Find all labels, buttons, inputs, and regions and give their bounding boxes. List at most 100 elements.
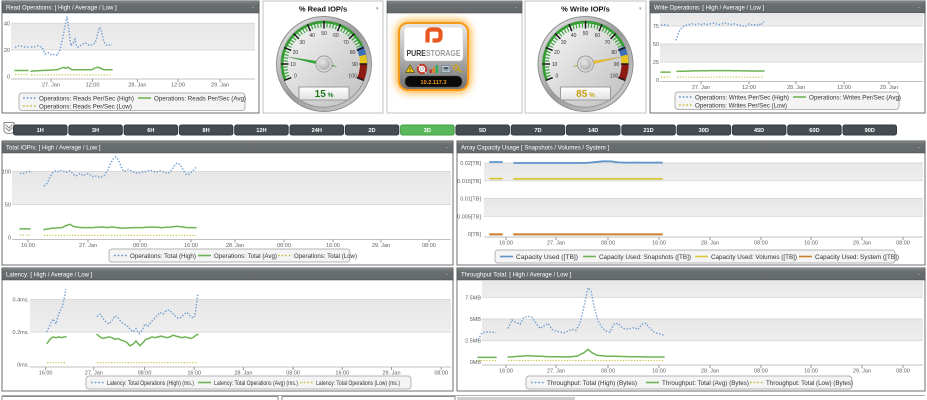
svg-text:30D: 30D [699, 128, 709, 134]
svg-text:0ms.: 0ms. [17, 363, 29, 369]
svg-text:27. Jan: 27. Jan [79, 243, 97, 249]
svg-text:3D: 3D [424, 128, 431, 134]
svg-text:20: 20 [554, 50, 560, 56]
svg-text:90: 90 [352, 62, 358, 68]
svg-text:Capacity Used ([TB]): Capacity Used ([TB]) [516, 255, 578, 261]
svg-text:27. Jan: 27. Jan [547, 241, 565, 247]
svg-text:0.015[TB]: 0.015[TB] [457, 179, 481, 185]
svg-text:21D: 21D [643, 128, 653, 134]
svg-text:28. Jan: 28. Jan [128, 83, 146, 89]
svg-text:100: 100 [348, 74, 357, 80]
svg-text:5D: 5D [479, 128, 486, 134]
svg-text:-: - [918, 145, 920, 151]
svg-text:10: 10 [552, 62, 558, 68]
svg-text:08:00: 08:00 [434, 371, 448, 377]
svg-text:0MB: 0MB [470, 360, 482, 366]
svg-text:28. Jan: 28. Jan [701, 369, 719, 375]
svg-text:30: 30 [299, 40, 305, 46]
svg-text:Operations: Reads Per/Sec (Hig: Operations: Reads Per/Sec (High) [39, 97, 134, 103]
svg-text:16:00: 16:00 [39, 371, 53, 377]
svg-text:20: 20 [293, 50, 299, 56]
svg-text:2D: 2D [368, 128, 375, 134]
svg-text:Throughput: Total (Avg) (Bytes: Throughput: Total (Avg) (Bytes) [662, 381, 749, 387]
svg-text:08:00: 08:00 [133, 243, 147, 249]
svg-text:27. Jan: 27. Jan [547, 369, 565, 375]
svg-text:Operations: Total (Low): Operations: Total (Low) [294, 254, 357, 260]
svg-text:28. Jan: 28. Jan [701, 241, 719, 247]
svg-text:12:00: 12:00 [171, 83, 185, 89]
svg-text:12H: 12H [256, 128, 266, 134]
svg-text:25: 25 [653, 60, 659, 66]
svg-text:3H: 3H [92, 128, 99, 134]
svg-text:08:00: 08:00 [422, 243, 436, 249]
svg-text:Array Capacity Usage [ Snapsho: Array Capacity Usage [ Snapshots / Volum… [461, 145, 609, 151]
svg-text:Operations: Total (Avg): Operations: Total (Avg) [214, 254, 277, 260]
svg-text:08:00: 08:00 [754, 369, 768, 375]
svg-text:29. Jan: 29. Jan [853, 241, 871, 247]
svg-text:08:00: 08:00 [754, 241, 768, 247]
svg-text:16:00: 16:00 [326, 243, 340, 249]
svg-text:0.01[TB]: 0.01[TB] [460, 197, 481, 203]
svg-text:7.5MB: 7.5MB [465, 295, 481, 301]
svg-text:% Read IOP/s: % Read IOP/s [299, 5, 347, 14]
svg-text:80: 80 [350, 50, 356, 56]
svg-text:10: 10 [290, 62, 296, 68]
svg-text:16:00: 16:00 [652, 369, 666, 375]
svg-text:0.2ms.: 0.2ms. [12, 330, 29, 336]
svg-text:8H: 8H [203, 128, 210, 134]
svg-text:PURESTORAGE: PURESTORAGE [407, 49, 461, 58]
svg-text:16:00: 16:00 [499, 369, 513, 375]
svg-text:50: 50 [583, 31, 589, 37]
svg-text:90: 90 [614, 62, 620, 68]
svg-text:Throughput Total: [ High / Ave: Throughput Total: [ High / Average / Low… [461, 272, 572, 278]
svg-text:Latency: Total Operations (Avg: Latency: Total Operations (Avg) (ms.) [214, 381, 298, 387]
svg-text:60: 60 [595, 33, 601, 39]
svg-text:90D: 90D [865, 128, 875, 134]
svg-text:28. Jan: 28. Jan [226, 243, 244, 249]
svg-text:0: 0 [294, 74, 297, 80]
svg-text:70: 70 [605, 40, 611, 46]
svg-text:40: 40 [4, 21, 10, 27]
svg-text:50: 50 [5, 203, 11, 209]
svg-text:100: 100 [2, 170, 11, 176]
svg-text:08:00: 08:00 [601, 241, 615, 247]
svg-text:29. Jan: 29. Jan [372, 243, 390, 249]
svg-text:08:00: 08:00 [896, 369, 910, 375]
svg-text:24H: 24H [312, 128, 322, 134]
svg-text:Capacity Used: Volumes ([TB]): Capacity Used: Volumes ([TB]) [711, 255, 797, 261]
svg-text:20: 20 [4, 48, 10, 54]
svg-text:!: ! [409, 68, 411, 74]
svg-text:0[TB]: 0[TB] [468, 232, 482, 238]
svg-text:08:00: 08:00 [896, 241, 910, 247]
svg-text:-: - [918, 5, 920, 11]
svg-text:Operations: Writes Per/Sec (Av: Operations: Writes Per/Sec (Avg) [809, 96, 901, 102]
svg-text:16:00: 16:00 [21, 243, 35, 249]
svg-text:-: - [918, 272, 920, 278]
svg-text:-: - [446, 272, 448, 278]
svg-text:16:00: 16:00 [184, 243, 198, 249]
svg-text:50: 50 [321, 31, 327, 37]
svg-text:Operations: Writes Per/Sec (Hi: Operations: Writes Per/Sec (High) [695, 96, 789, 102]
svg-text:27. Jan: 27. Jan [692, 85, 710, 91]
svg-text:5MB: 5MB [470, 317, 482, 323]
svg-text:0.005[TB]: 0.005[TB] [457, 214, 481, 220]
svg-text:16:00: 16:00 [499, 241, 513, 247]
svg-text:Operations: Reads Per/Sec (Low: Operations: Reads Per/Sec (Low) [39, 105, 132, 111]
svg-text:60D: 60D [809, 128, 819, 134]
svg-text:Operations: Reads Per/Sec (Avg: Operations: Reads Per/Sec (Avg) [154, 97, 246, 103]
svg-text:Throughput: Total (Low) (Bytes: Throughput: Total (Low) (Bytes) [766, 381, 853, 387]
svg-text:Read Operations: [ High / Aver: Read Operations: [ High / Average / Low … [6, 5, 117, 11]
svg-text:27. Jan: 27. Jan [42, 83, 60, 89]
svg-text:Total IOP/s: [ High / Average: Total IOP/s: [ High / Average / Low ] [6, 145, 101, 151]
svg-text:30: 30 [561, 40, 567, 46]
svg-text:Latency: Total Operations (Hig: Latency: Total Operations (High) (ms.) [107, 381, 194, 387]
svg-text:12:00: 12:00 [86, 83, 100, 89]
svg-text:% Write IOP/s: % Write IOP/s [561, 5, 610, 14]
svg-text:0.4ms.: 0.4ms. [12, 298, 29, 304]
svg-text:Capacity Used: System ([TB]): Capacity Used: System ([TB]) [815, 255, 899, 261]
svg-text:80: 80 [611, 50, 617, 56]
svg-text:0.02[TB]: 0.02[TB] [460, 161, 481, 167]
svg-text:Capacity Used: Snapshots ([TB]: Capacity Used: Snapshots ([TB]) [599, 255, 691, 261]
svg-text:70: 70 [343, 40, 349, 46]
svg-text:40: 40 [309, 33, 315, 39]
